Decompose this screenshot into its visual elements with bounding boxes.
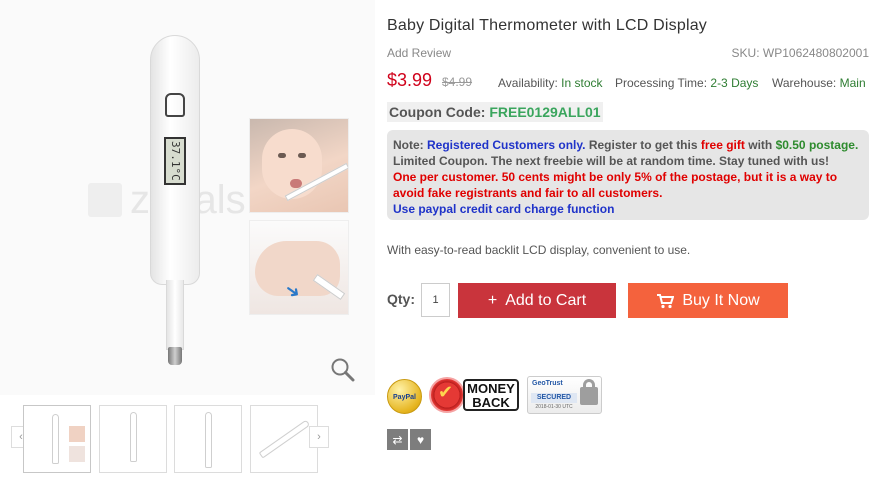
note-with-text: with [748,138,773,152]
note-line-2: Limited Coupon. The next freebie will be… [393,154,830,168]
thermometer-image: 37.1°C [150,35,200,365]
product-title: Baby Digital Thermometer with LCD Displa… [387,17,708,34]
buy-now-label: Buy It Now [682,291,760,309]
thumbnail-thermometer [52,414,59,464]
original-price: $4.99 [442,75,473,89]
warehouse: Warehouse: Main [772,76,866,90]
geotrust-secured: SECURED [531,393,577,403]
lcd-display: 37.1°C [164,137,186,185]
baby-eye [298,153,306,158]
thumbnail-thermometer [205,412,212,468]
thumbnail-inset [69,446,85,462]
money-back-badge: ✔ MONEY BACK [429,376,519,414]
thumbnail-thermometer [130,412,137,462]
availability: Availability: In stock [498,76,603,90]
heart-icon[interactable]: ♥ [410,429,431,450]
geotrust-date: 2018-01-30 UTC [535,404,573,410]
availability-label: Availability: [498,76,558,90]
main-product-image[interactable]: zapals 37.1°C ➜ [0,0,375,395]
thumbnail-thermometer [258,419,311,459]
postage-text: $0.50 postage. [775,138,859,152]
coupon-label: Coupon Code: [389,104,486,120]
thermometer-stem [166,280,184,350]
current-price: $3.99 [387,70,433,90]
add-to-cart-button[interactable]: + Add to Cart [458,283,616,318]
thumbnail-inset [69,426,85,442]
paypal-verified-badge: PayPal [387,379,422,414]
cart-icon [657,293,675,308]
zoom-icon[interactable] [330,357,356,383]
note-line-3: One per customer. 50 cents might be only… [393,170,838,184]
add-to-cart-label: Add to Cart [505,291,587,309]
free-gift-text: free gift [700,138,745,152]
product-description: With easy-to-read backlit LCD display, c… [387,243,691,257]
coupon-note: Note: Registered Customers only. Registe… [387,130,869,220]
plus-icon: + [487,291,498,309]
thumbnail-4[interactable] [250,405,318,473]
note-line-1: Note: Registered Customers only. Registe… [393,137,863,153]
product-actions: ⇄ ♥ [387,429,431,450]
processing-label: Processing Time: [615,76,708,90]
product-gallery: zapals 37.1°C ➜ ‹ [0,0,375,497]
note-register-text: Register to get this [588,138,698,152]
baby-face [262,129,322,199]
sku-value: WP1062480802001 [762,46,869,60]
power-button-graphic [165,93,185,117]
warehouse-value: Main [839,76,866,90]
coupon-code: Coupon Code: FREE0129ALL01 [387,102,603,122]
thumbnail-2[interactable] [99,405,167,473]
lock-icon [580,387,598,405]
thumbnail-next-button[interactable]: › [309,426,329,448]
geotrust-secured-badge[interactable]: GeoTrust SECURED 2018-01-30 UTC [527,376,602,414]
thumbnail-1[interactable] [23,405,91,473]
availability-value: In stock [561,76,603,90]
check-icon: ✔ [438,382,454,402]
inset-underarm-photo: ➜ [249,220,349,315]
thermometer-tip [168,347,182,365]
processing-value: 2-3 Days [710,76,759,90]
money-back-text: MONEY BACK [463,379,519,411]
sku: SKU: WP1062480802001 [732,46,869,60]
thumbnail-3[interactable] [174,405,242,473]
quantity-label: Qty: [387,291,415,307]
add-review-link[interactable]: Add Review [387,46,451,60]
sku-label: SKU: [731,46,760,60]
paypal-note: Use paypal credit card charge function [393,202,615,216]
note-line-4: avoid fake registrants and fair to all c… [393,186,663,200]
warehouse-label: Warehouse: [772,76,837,90]
geotrust-name: GeoTrust [532,380,563,387]
coupon-code-value: FREE0129ALL01 [489,104,601,120]
watermark-logo-mark [88,183,122,217]
compare-icon[interactable]: ⇄ [387,429,408,450]
note-prefix: Note: [393,138,424,152]
buy-now-button[interactable]: Buy It Now [628,283,788,318]
registered-customers-text: Registered Customers only. [427,138,586,152]
processing-time: Processing Time: 2-3 Days [615,76,758,90]
inset-baby-photo [249,118,349,213]
baby-eye [278,153,286,158]
quantity-input[interactable] [421,283,450,317]
